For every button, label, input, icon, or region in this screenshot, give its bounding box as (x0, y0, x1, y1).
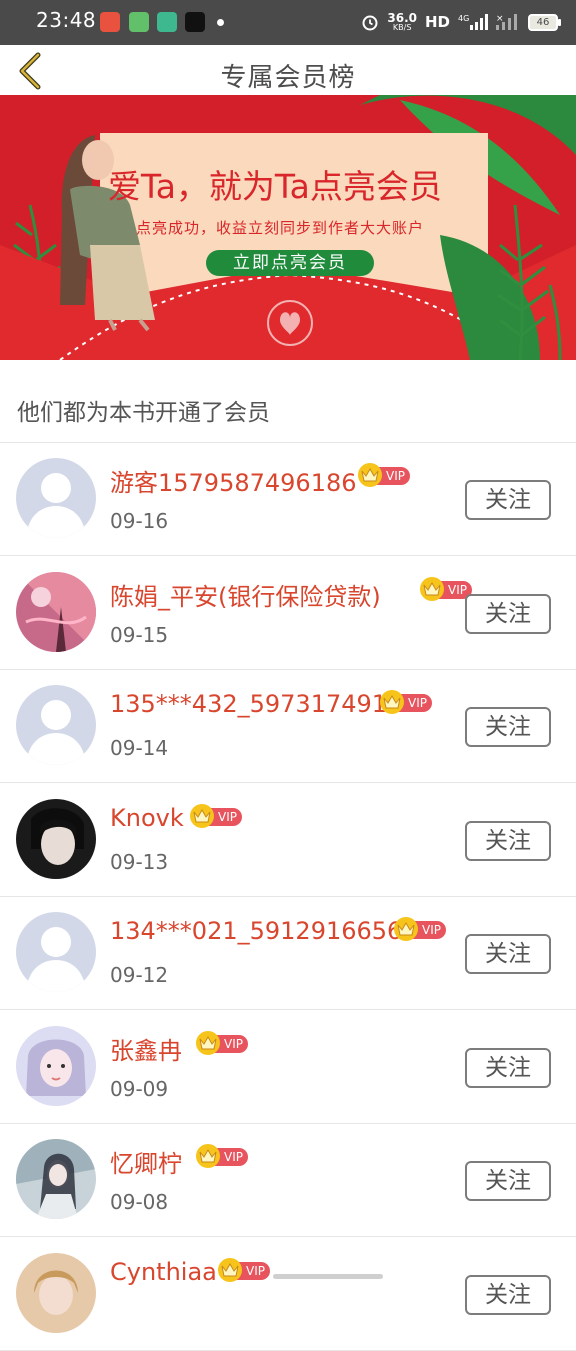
app-icon-3 (157, 12, 177, 32)
member-name[interactable]: 忆卿柠 (110, 1144, 182, 1179)
signal-weak-icon: × (496, 14, 517, 30)
avatar[interactable] (16, 1139, 96, 1219)
battery-indicator: 46 (528, 13, 561, 31)
app-icon-1 (100, 12, 120, 32)
crown-icon (420, 577, 444, 601)
member-date: 09-13 (110, 850, 169, 874)
member-name[interactable]: 游客1579587496186 (110, 463, 357, 498)
crown-icon (218, 1258, 242, 1282)
avatar[interactable] (16, 799, 96, 879)
crown-icon (196, 1144, 220, 1168)
banner-headline: 爱Ta，就为Ta点亮会员 (108, 167, 442, 206)
avatar[interactable] (16, 912, 96, 992)
member-date: 09-12 (110, 963, 169, 987)
avatar[interactable] (16, 1253, 96, 1333)
crown-icon (394, 917, 418, 941)
member-row[interactable]: 忆卿柠 VIP 09-08 关注 (0, 1124, 576, 1237)
banner-subline: 点亮成功，收益立刻同步到作者大大账户 (136, 219, 425, 237)
status-time: 23:48 (36, 8, 97, 32)
follow-button[interactable]: 关注 (465, 480, 551, 520)
tiktok-icon (185, 12, 205, 32)
member-row[interactable]: Cynthiaa VIP 关注 (0, 1238, 576, 1351)
svg-text:4G: 4G (458, 14, 469, 23)
follow-button[interactable]: 关注 (465, 1275, 551, 1315)
hd-indicator: HD (424, 13, 450, 31)
member-date: 09-08 (110, 1190, 169, 1214)
member-row[interactable]: 135***432_597317491 VIP 09-14 关注 (0, 670, 576, 783)
status-indicators: 36.0 KB/S HD 4G × 46 (361, 8, 561, 36)
top-nav-bar: 专属会员榜 (0, 45, 576, 95)
crown-icon (190, 804, 214, 828)
member-date: 09-15 (110, 623, 169, 647)
member-row[interactable]: Knovk VIP 09-13 关注 (0, 784, 576, 897)
member-date: 09-09 (110, 1077, 169, 1101)
avatar[interactable] (16, 685, 96, 765)
avatar[interactable] (16, 458, 96, 538)
follow-button[interactable]: 关注 (465, 934, 551, 974)
member-name[interactable]: 陈娟_平安(银行保险贷款) (110, 577, 381, 612)
member-name[interactable]: 张鑫冉 (110, 1031, 182, 1066)
crown-icon (196, 1031, 220, 1055)
member-date: 09-14 (110, 736, 169, 760)
member-name[interactable]: 135***432_597317491 (110, 690, 387, 718)
net-speed: 36.0 KB/S (387, 11, 417, 32)
avatar[interactable] (16, 572, 96, 652)
member-name[interactable]: Knovk (110, 804, 184, 832)
svg-text:×: × (496, 14, 504, 24)
follow-button[interactable]: 关注 (465, 821, 551, 861)
activate-membership-button[interactable]: 立即点亮会员 (206, 250, 374, 276)
member-row[interactable]: 陈娟_平安(银行保险贷款) VIP 09-15 关注 (0, 557, 576, 670)
follow-button[interactable]: 关注 (465, 594, 551, 634)
alarm-icon (362, 15, 378, 31)
member-row[interactable]: 134***021_5912916656 VIP 09-12 关注 (0, 897, 576, 1010)
follow-button[interactable]: 关注 (465, 1161, 551, 1201)
signal-4g-icon: 4G (458, 14, 488, 30)
crown-icon (380, 690, 404, 714)
crown-icon (358, 463, 382, 487)
scroll-indicator (273, 1274, 383, 1279)
status-bar: 23:48 36.0 KB/S HD 4G × 46 (0, 0, 576, 45)
page-title: 专属会员榜 (220, 63, 356, 93)
member-name[interactable]: 134***021_5912916656 (110, 917, 402, 945)
app-icon-2 (129, 12, 149, 32)
promo-banner[interactable]: 爱Ta，就为Ta点亮会员 点亮成功，收益立刻同步到作者大大账户 立即点亮会员 (0, 95, 576, 360)
member-row[interactable]: 游客1579587496186 VIP 09-16 关注 (0, 443, 576, 556)
notification-dot (217, 19, 224, 26)
member-row[interactable]: 张鑫冉 VIP 09-09 关注 (0, 1011, 576, 1124)
section-title: 他们都为本书开通了会员 (17, 400, 270, 426)
member-name[interactable]: Cynthiaa (110, 1258, 217, 1286)
avatar[interactable] (16, 1026, 96, 1106)
follow-button[interactable]: 关注 (465, 1048, 551, 1088)
member-date: 09-16 (110, 509, 169, 533)
follow-button[interactable]: 关注 (465, 707, 551, 747)
